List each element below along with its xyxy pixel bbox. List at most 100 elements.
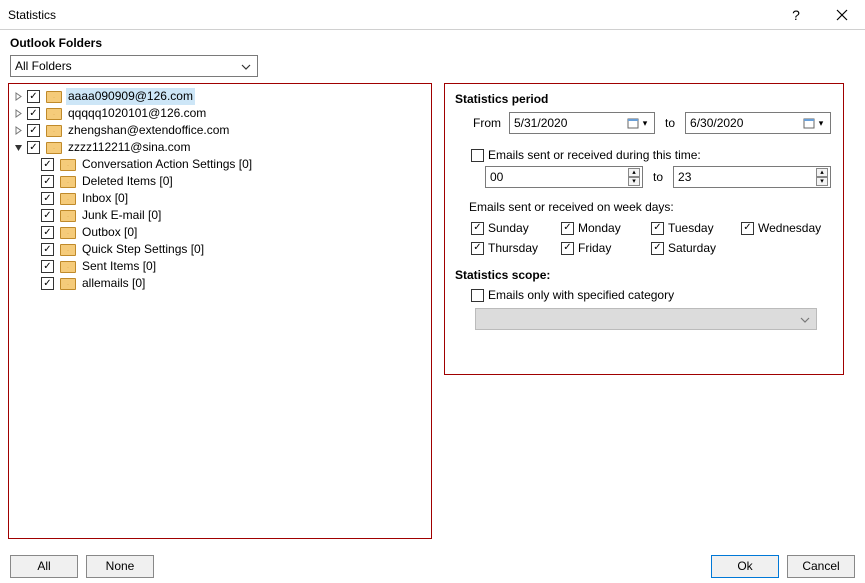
folder-label[interactable]: Sent Items [0]	[80, 258, 158, 275]
category-filter-label: Emails only with specified category	[488, 288, 674, 302]
folder-scope-dropdown[interactable]: All Folders	[10, 55, 258, 77]
tree-subfolder[interactable]: allemails [0]	[11, 275, 429, 292]
chevron-down-icon: ▾	[816, 118, 826, 129]
folder-label[interactable]: allemails [0]	[80, 275, 147, 292]
mail-icon	[60, 210, 76, 222]
weekday-label: Friday	[578, 241, 611, 255]
statistics-period-panel: Statistics period From 5/31/2020 ▾ to 6/…	[444, 83, 844, 375]
tree-subfolder[interactable]: Conversation Action Settings [0]	[11, 156, 429, 173]
folder-label[interactable]: aaaa090909@126.com	[66, 88, 195, 105]
folder-label[interactable]: zhengshan@extendoffice.com	[66, 122, 231, 139]
to-label-hours: to	[653, 170, 663, 184]
time-filter-checkbox[interactable]	[471, 149, 484, 162]
folder-label[interactable]: qqqqq1020101@126.com	[66, 105, 208, 122]
to-label: to	[665, 116, 675, 130]
calendar-icon	[626, 117, 640, 129]
chevron-down-icon	[798, 312, 812, 326]
weekday-option[interactable]: Wednesday	[739, 221, 829, 235]
folder-label[interactable]: Conversation Action Settings [0]	[80, 156, 254, 173]
chevron-down-icon	[239, 59, 253, 73]
weekday-label: Saturday	[668, 241, 716, 255]
from-date-value: 5/31/2020	[514, 116, 626, 130]
folder-checkbox[interactable]	[41, 209, 54, 222]
weekday-option[interactable]: Thursday	[469, 241, 559, 255]
folder-checkbox[interactable]	[41, 192, 54, 205]
mail-icon	[46, 108, 62, 120]
folder-label[interactable]: Inbox [0]	[80, 190, 130, 207]
to-hour-value: 23	[678, 170, 816, 184]
tree-account[interactable]: zhengshan@extendoffice.com	[11, 122, 429, 139]
tree-subfolder[interactable]: Junk E-mail [0]	[11, 207, 429, 224]
weekday-label: Monday	[578, 221, 621, 235]
tree-subfolder[interactable]: Inbox [0]	[11, 190, 429, 207]
mail-icon	[60, 227, 76, 239]
folder-checkbox[interactable]	[41, 243, 54, 256]
to-hour-input[interactable]: 23 ▴▾	[673, 166, 831, 188]
folder-checkbox[interactable]	[41, 226, 54, 239]
mail-icon	[60, 278, 76, 290]
statistics-scope-header: Statistics scope:	[455, 268, 833, 282]
tree-account[interactable]: zzzz112211@sina.com	[11, 139, 429, 156]
tree-account[interactable]: qqqqq1020101@126.com	[11, 105, 429, 122]
folder-checkbox[interactable]	[27, 107, 40, 120]
help-icon[interactable]: ?	[773, 0, 819, 30]
folder-checkbox[interactable]	[27, 124, 40, 137]
category-dropdown[interactable]	[475, 308, 817, 330]
folder-label[interactable]: zzzz112211@sina.com	[66, 139, 192, 156]
to-date-value: 6/30/2020	[690, 116, 802, 130]
spinner-icon[interactable]: ▴▾	[628, 168, 640, 186]
category-filter-checkbox[interactable]	[471, 289, 484, 302]
weekday-checkbox[interactable]	[651, 242, 664, 255]
weekday-checkbox[interactable]	[651, 222, 664, 235]
weekday-checkbox[interactable]	[561, 222, 574, 235]
dialog-footer: All None Ok Cancel	[0, 549, 865, 583]
from-date-input[interactable]: 5/31/2020 ▾	[509, 112, 655, 134]
close-icon[interactable]	[819, 0, 865, 30]
weekday-checkbox[interactable]	[561, 242, 574, 255]
none-button[interactable]: None	[86, 555, 154, 578]
weekday-option[interactable]: Sunday	[469, 221, 559, 235]
folder-checkbox[interactable]	[27, 141, 40, 154]
spinner-icon[interactable]: ▴▾	[816, 168, 828, 186]
tree-subfolder[interactable]: Quick Step Settings [0]	[11, 241, 429, 258]
from-label: From	[473, 116, 501, 130]
expand-arrow-icon[interactable]	[11, 109, 25, 118]
ok-button[interactable]: Ok	[711, 555, 779, 578]
folder-checkbox[interactable]	[41, 277, 54, 290]
expand-arrow-icon[interactable]	[11, 126, 25, 135]
weekday-option[interactable]: Tuesday	[649, 221, 739, 235]
tree-subfolder[interactable]: Outbox [0]	[11, 224, 429, 241]
tree-account[interactable]: aaaa090909@126.com	[11, 88, 429, 105]
expand-arrow-icon[interactable]	[11, 143, 25, 152]
weekday-option[interactable]: Saturday	[649, 241, 739, 255]
time-filter-label: Emails sent or received during this time…	[488, 148, 701, 162]
all-button[interactable]: All	[10, 555, 78, 578]
mail-icon	[60, 159, 76, 171]
folder-tree[interactable]: aaaa090909@126.comqqqqq1020101@126.comzh…	[8, 83, 432, 539]
weekday-option[interactable]: Friday	[559, 241, 649, 255]
weekday-checkbox[interactable]	[741, 222, 754, 235]
folder-label[interactable]: Quick Step Settings [0]	[80, 241, 206, 258]
weekday-checkbox[interactable]	[471, 222, 484, 235]
folder-label[interactable]: Junk E-mail [0]	[80, 207, 163, 224]
weekday-option[interactable]: Monday	[559, 221, 649, 235]
to-date-input[interactable]: 6/30/2020 ▾	[685, 112, 831, 134]
title-bar: Statistics ?	[0, 0, 865, 30]
folder-scope-value: All Folders	[15, 59, 239, 73]
expand-arrow-icon[interactable]	[11, 92, 25, 101]
weekday-label: Wednesday	[758, 221, 821, 235]
folder-label[interactable]: Outbox [0]	[80, 224, 139, 241]
tree-subfolder[interactable]: Sent Items [0]	[11, 258, 429, 275]
mail-icon	[46, 142, 62, 154]
folder-checkbox[interactable]	[41, 158, 54, 171]
weekday-label: Tuesday	[668, 221, 714, 235]
weekday-label: Emails sent or received on week days:	[469, 200, 674, 214]
weekday-checkbox[interactable]	[471, 242, 484, 255]
folder-checkbox[interactable]	[27, 90, 40, 103]
folder-checkbox[interactable]	[41, 175, 54, 188]
tree-subfolder[interactable]: Deleted Items [0]	[11, 173, 429, 190]
cancel-button[interactable]: Cancel	[787, 555, 855, 578]
folder-label[interactable]: Deleted Items [0]	[80, 173, 175, 190]
from-hour-input[interactable]: 00 ▴▾	[485, 166, 643, 188]
folder-checkbox[interactable]	[41, 260, 54, 273]
